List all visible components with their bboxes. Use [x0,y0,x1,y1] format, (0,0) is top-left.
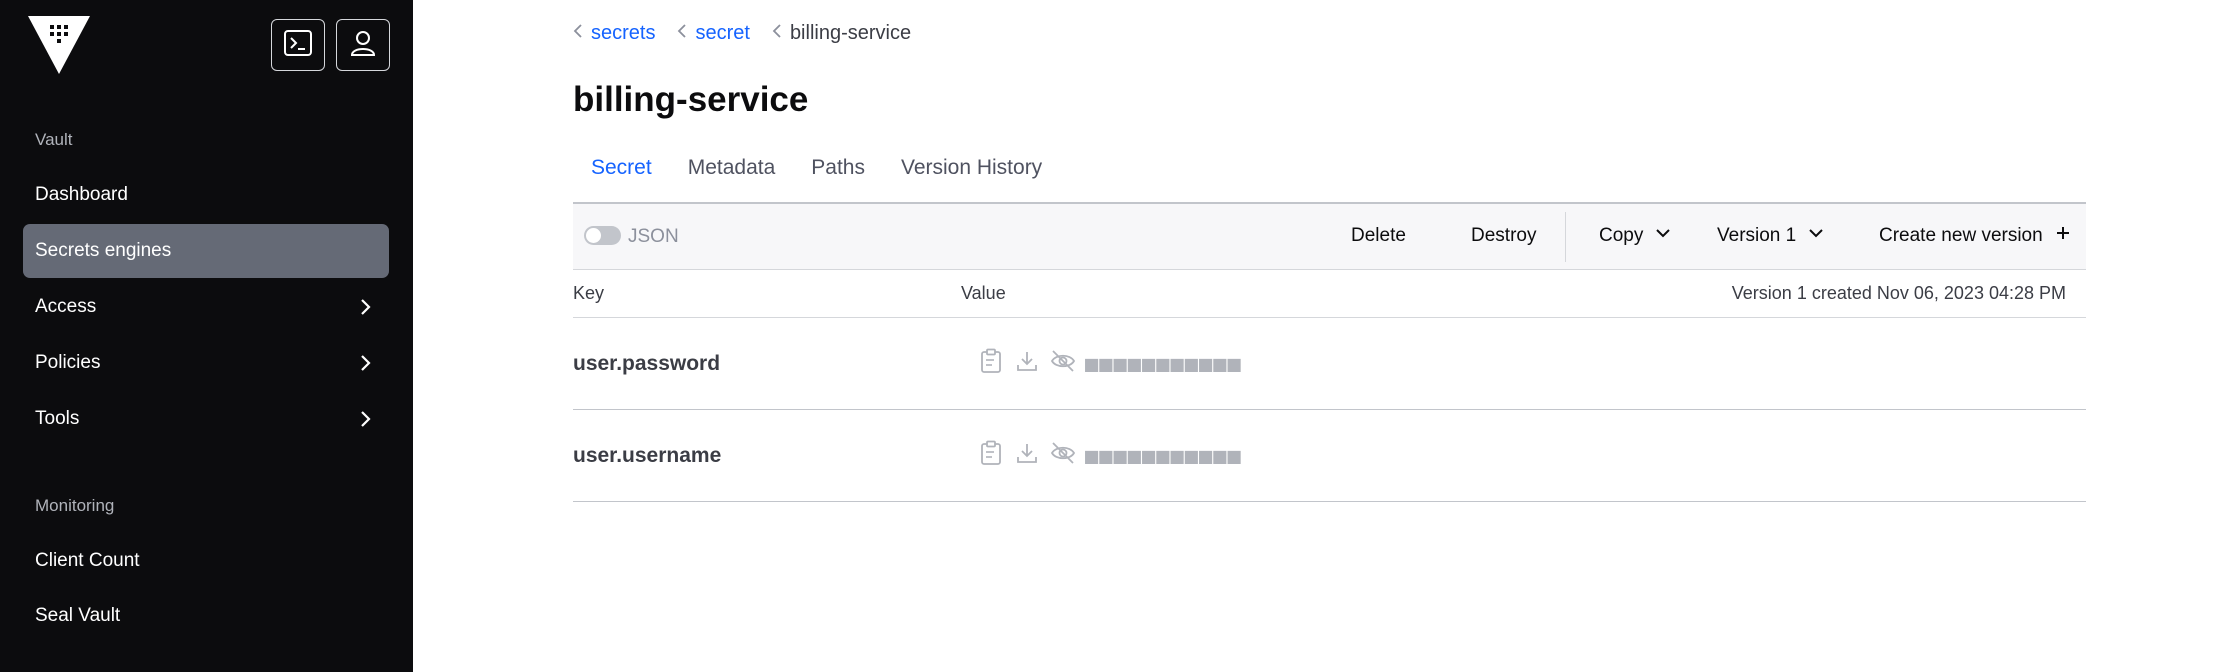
sidebar: Vault Dashboard Secrets engines Access P… [0,0,413,672]
user-icon [348,28,378,63]
chevron-right-icon [355,409,375,435]
sidebar-section-monitoring: Monitoring [35,496,115,515]
sidebar-item-policies[interactable]: Policies [23,336,389,390]
table-row: user.username ■■■■■■■■■■■ [573,410,2086,502]
sidebar-item-label: Access [35,296,97,317]
destroy-button[interactable]: Destroy [1471,225,1536,247]
chevron-left-icon [772,22,782,45]
create-new-version-button[interactable]: Create new version [1879,225,2071,247]
value-actions [978,440,1076,466]
chevron-down-icon [1808,225,1824,247]
secret-key: user.password [573,352,721,375]
breadcrumb-item-secrets[interactable]: secrets [573,22,655,45]
secret-key: user.username [573,444,722,467]
value-actions [978,348,1076,374]
create-version-label: Create new version [1879,225,2043,246]
copy-button-label: Copy [1599,225,1644,246]
copy-dropdown-button[interactable]: Copy [1599,225,1671,247]
chevron-left-icon [573,22,583,45]
masked-value: ■■■■■■■■■■■ [1085,352,1242,377]
delete-button-label: Delete [1351,225,1406,246]
delete-button[interactable]: Delete [1351,225,1406,247]
breadcrumb-item-secret[interactable]: secret [677,22,750,45]
version-dropdown-button[interactable]: Version 1 [1717,225,1824,247]
value-column-header: Value [961,283,1006,303]
clipboard-copy-icon[interactable] [978,348,1004,374]
chevron-down-icon [1655,225,1671,247]
sidebar-item-label: Tools [35,408,80,429]
terminal-icon [283,28,313,63]
masked-value: ■■■■■■■■■■■ [1085,444,1242,469]
tab-paths[interactable]: Paths [793,146,883,204]
tab-secret[interactable]: Secret [573,146,670,206]
sidebar-item-label: Policies [35,352,101,373]
breadcrumb-link[interactable]: secret [695,22,749,45]
sidebar-item-label: Seal Vault [35,605,121,626]
toolbar-divider [1565,212,1566,262]
console-button[interactable] [271,19,325,71]
key-column-header: Key [573,283,605,303]
sidebar-item-access[interactable]: Access [23,280,389,334]
json-toggle-label: JSON [628,226,679,247]
main-content: secrets secret billing-service billing-s… [413,0,2238,672]
sidebar-section-vault: Vault [35,130,73,149]
version-button-label: Version 1 [1717,225,1797,246]
sidebar-item-client-count[interactable]: Client Count [23,534,389,588]
download-icon[interactable] [1014,348,1040,374]
breadcrumb-current-label: billing-service [789,22,912,44]
vault-logo-icon[interactable] [28,16,90,74]
sidebar-item-tools[interactable]: Tools [23,392,389,446]
sidebar-item-label: Dashboard [35,184,128,205]
json-toggle[interactable] [584,226,621,245]
clipboard-copy-icon[interactable] [978,440,1004,466]
chevron-right-icon [355,353,375,379]
tab-metadata[interactable]: Metadata [670,146,794,204]
breadcrumb: secrets secret billing-service [573,22,911,45]
page-title: billing-service [573,80,809,119]
sidebar-item-label: Secrets engines [35,240,172,261]
version-created-info: Version 1 created Nov 06, 2023 04:28 PM [1731,283,2066,303]
breadcrumb-item-current: billing-service [772,22,911,45]
table-header: Key Value Version 1 created Nov 06, 2023… [573,270,2086,318]
tab-version-history[interactable]: Version History [883,146,1060,204]
eye-off-icon[interactable] [1050,440,1076,466]
user-menu-button[interactable] [336,19,390,71]
chevron-right-icon [355,297,375,323]
sidebar-item-label: Client Count [35,550,140,571]
breadcrumb-link[interactable]: secrets [591,22,655,45]
plus-icon [2055,225,2071,247]
table-row: user.password ■■■■■■■■■■■ [573,318,2086,410]
sidebar-item-dashboard[interactable]: Dashboard [23,168,389,222]
download-icon[interactable] [1014,440,1040,466]
tab-bar: Secret Metadata Paths Version History [573,146,2086,206]
chevron-left-icon [677,22,687,45]
sidebar-item-secrets-engines[interactable]: Secrets engines [23,224,389,278]
eye-off-icon[interactable] [1050,348,1076,374]
destroy-button-label: Destroy [1471,225,1537,246]
sidebar-item-seal-vault[interactable]: Seal Vault [23,589,389,643]
secret-toolbar: JSON Delete Destroy Copy Version 1 Creat… [573,204,2086,270]
